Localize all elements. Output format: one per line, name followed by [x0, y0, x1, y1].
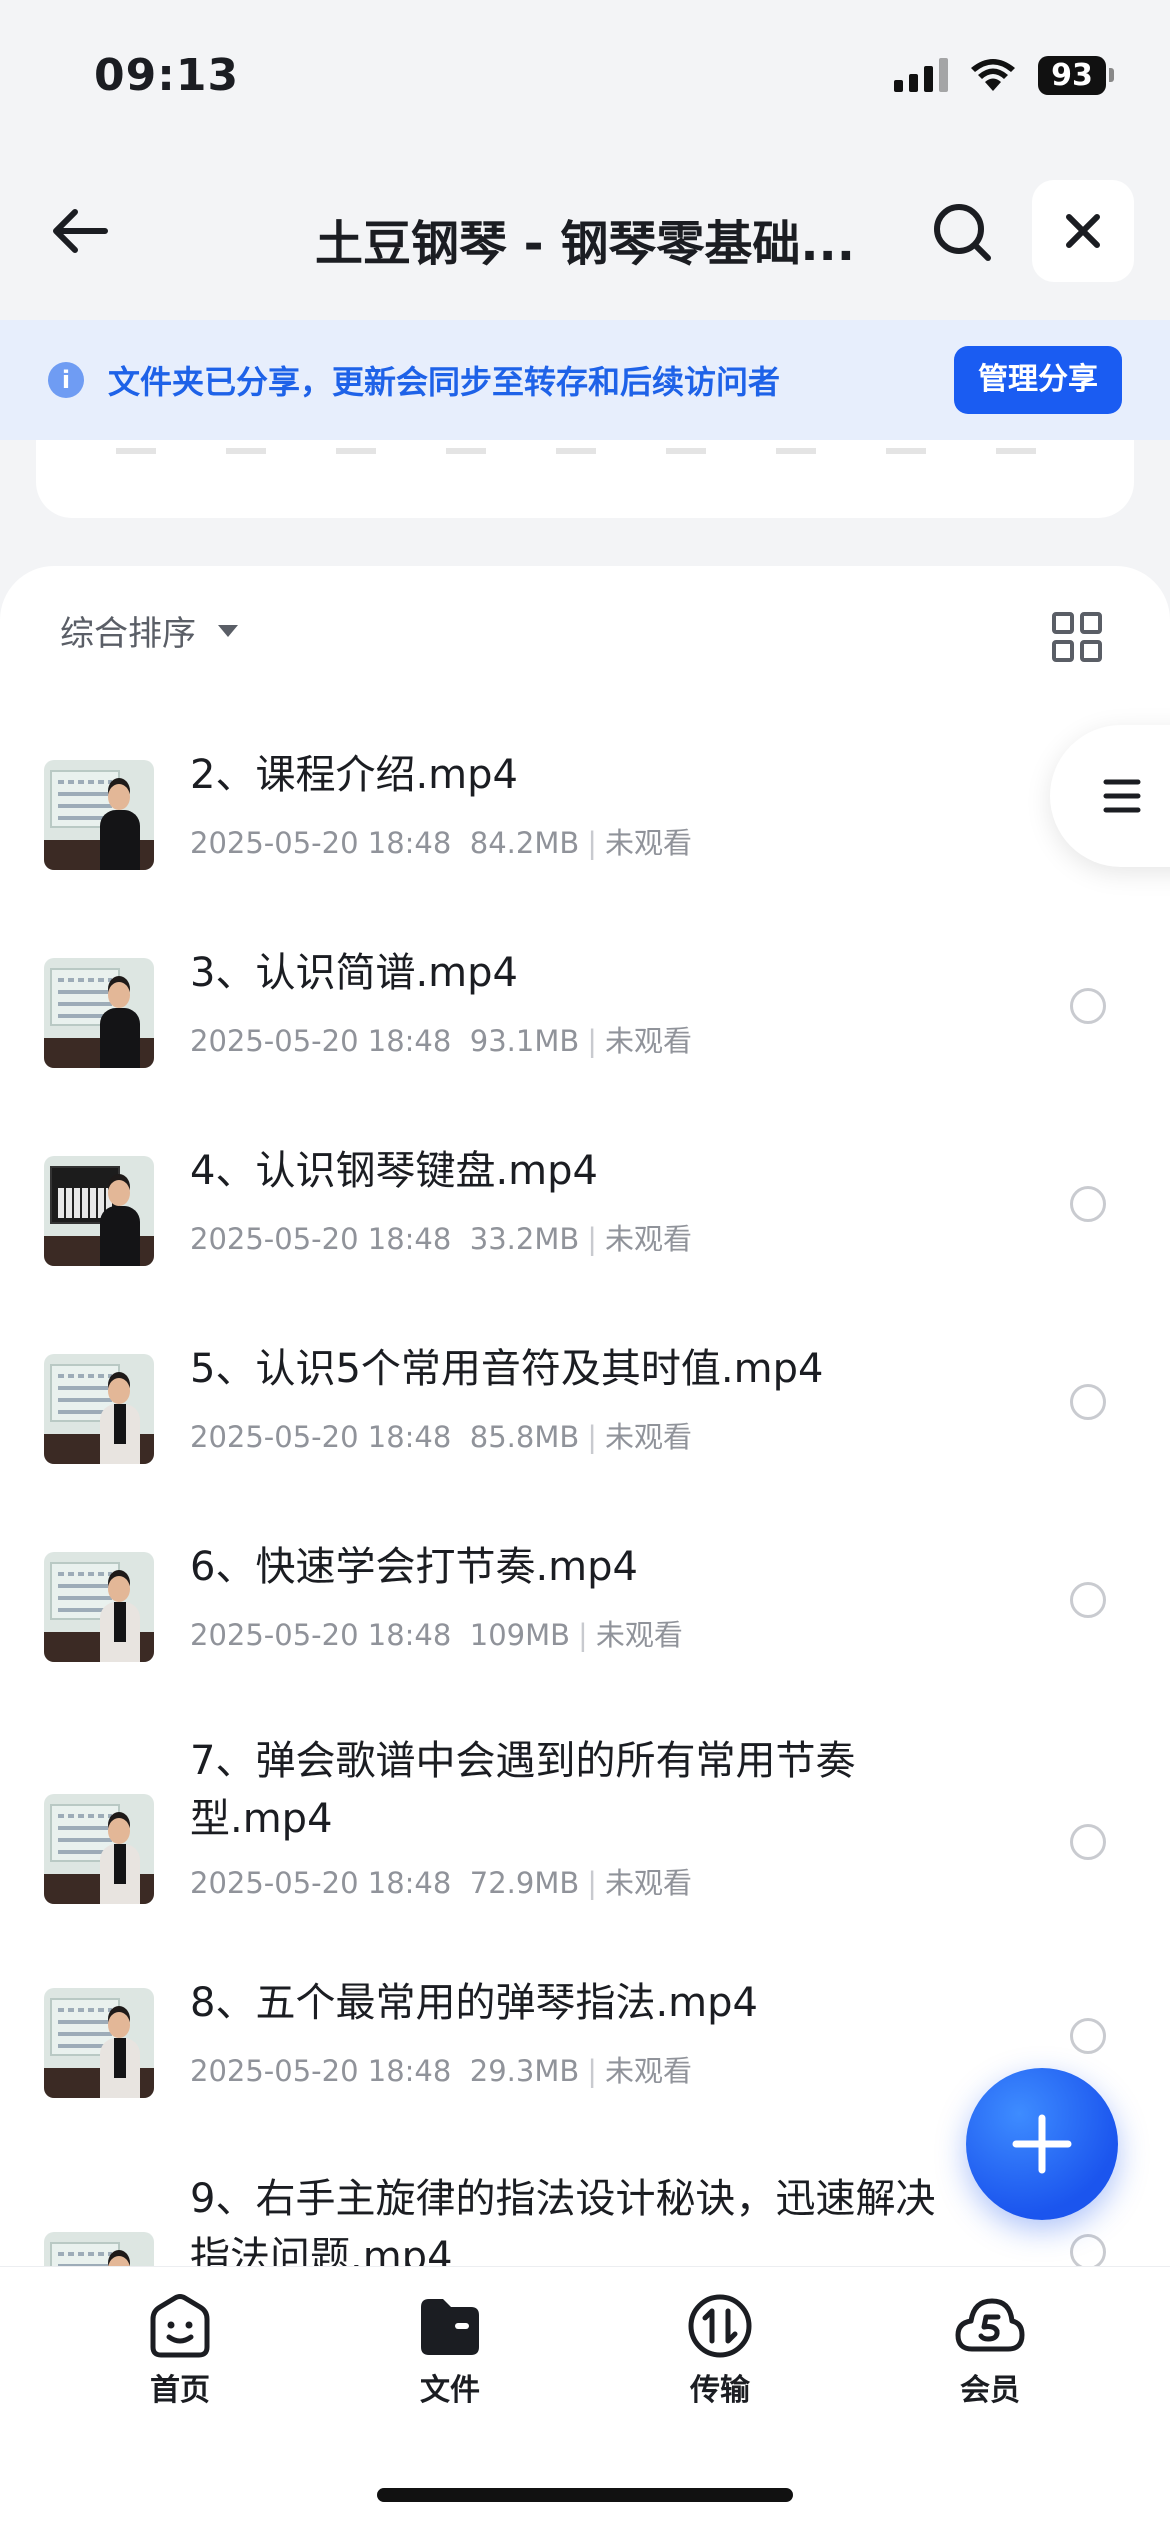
cellular-signal-icon — [894, 58, 948, 92]
tab-transfer-label: 传输 — [690, 2373, 750, 2408]
member-cloud-icon — [955, 2298, 1025, 2352]
watch-status: 未观看 — [605, 1222, 693, 1256]
file-meta: 2025-05-20 18:48 93.1MB | 未观看 — [190, 1024, 693, 1058]
watch-status: 未观看 — [605, 2054, 693, 2088]
file-name: 4、认识钢琴键盘.mp4 — [190, 1148, 598, 1194]
file-name: 5、认识5个常用音符及其时值.mp4 — [190, 1346, 824, 1392]
tab-transfer[interactable]: 传输 — [640, 2293, 800, 2409]
file-date: 2025-05-20 18:48 — [190, 1618, 452, 1652]
share-banner-text: 文件夹已分享，更新会同步至转存和后续访问者 — [108, 363, 781, 401]
video-thumbnail — [44, 1156, 154, 1266]
battery-level: 93 — [1038, 55, 1106, 95]
select-radio[interactable] — [1070, 2234, 1106, 2266]
watch-status: 未观看 — [595, 1618, 683, 1652]
close-icon — [1066, 214, 1100, 248]
search-button[interactable] — [922, 192, 1002, 272]
file-name: 7、弹会歌谱中会遇到的所有常用节奏型.mp4 — [190, 1738, 856, 1842]
file-size: 85.8MB — [469, 1420, 580, 1454]
menu-icon — [1103, 779, 1141, 813]
file-name: 9、右手主旋律的指法设计秘诀，迅速解决指法问题.mp4 — [190, 2176, 936, 2266]
file-size: 72.9MB — [469, 1866, 580, 1900]
file-meta: 2025-05-20 18:48 85.8MB | 未观看 — [190, 1420, 693, 1454]
tab-member[interactable]: 会员 — [910, 2293, 1070, 2409]
plus-icon — [1012, 2114, 1072, 2174]
watch-status: 未观看 — [605, 826, 693, 860]
file-size: 84.2MB — [469, 826, 580, 860]
file-size: 109MB — [469, 1618, 571, 1652]
home-indicator — [377, 2488, 793, 2502]
caret-down-icon — [218, 624, 238, 637]
watch-status: 未观看 — [605, 1024, 693, 1058]
file-meta: 2025-05-20 18:48 29.3MB | 未观看 — [190, 2054, 693, 2088]
watch-status: 未观看 — [605, 1866, 693, 1900]
file-name: 2、课程介绍.mp4 — [190, 752, 518, 798]
video-thumbnail — [44, 1552, 154, 1662]
select-radio[interactable] — [1070, 988, 1106, 1024]
sort-dropdown[interactable]: 综合排序 — [60, 606, 238, 655]
file-list-panel: 综合排序 2、课程介绍.mp4 2025-05-20 18:48 84.2MB |… — [0, 566, 1170, 2266]
video-thumbnail — [44, 1988, 154, 2098]
video-thumbnail — [44, 1794, 154, 1904]
video-thumbnail — [44, 958, 154, 1068]
add-button[interactable] — [966, 2068, 1118, 2220]
battery-icon: 93 — [1038, 55, 1114, 95]
select-radio[interactable] — [1070, 1186, 1106, 1222]
status-time: 09:13 — [94, 49, 240, 101]
file-size: 93.1MB — [469, 1024, 580, 1058]
file-meta: 2025-05-20 18:48 72.9MB | 未观看 — [190, 1866, 693, 1900]
select-radio[interactable] — [1070, 2018, 1106, 2054]
close-button[interactable] — [1032, 180, 1134, 282]
file-date: 2025-05-20 18:48 — [190, 1866, 452, 1900]
file-name: 8、五个最常用的弹琴指法.mp4 — [190, 1980, 758, 2026]
video-thumbnail — [44, 2232, 154, 2266]
transfer-icon — [688, 2294, 752, 2358]
file-name: 3、认识简谱.mp4 — [190, 950, 518, 996]
video-thumbnail — [44, 760, 154, 870]
search-icon — [934, 204, 991, 261]
tab-files-label: 文件 — [420, 2373, 480, 2408]
info-icon: i — [48, 362, 84, 398]
tab-home-label: 首页 — [150, 2373, 210, 2408]
manage-share-button[interactable]: 管理分享 — [954, 346, 1122, 414]
header: 土豆钢琴 - 钢琴零基础... — [0, 170, 1170, 290]
file-date: 2025-05-20 18:48 — [190, 2054, 452, 2088]
select-radio[interactable] — [1070, 1824, 1106, 1860]
file-date: 2025-05-20 18:48 — [190, 826, 452, 860]
video-thumbnail — [44, 1354, 154, 1464]
file-name: 6、快速学会打节奏.mp4 — [190, 1544, 638, 1590]
grid-icon — [1052, 612, 1102, 662]
folder-info-card — [36, 440, 1134, 518]
file-size: 29.3MB — [469, 2054, 580, 2088]
file-size: 33.2MB — [469, 1222, 580, 1256]
grid-view-button[interactable] — [1050, 610, 1104, 664]
clipped-text — [116, 448, 1056, 454]
file-meta: 2025-05-20 18:48 33.2MB | 未观看 — [190, 1222, 693, 1256]
sort-label: 综合排序 — [60, 614, 196, 654]
watch-status: 未观看 — [605, 1420, 693, 1454]
file-date: 2025-05-20 18:48 — [190, 1024, 452, 1058]
home-smile-icon — [150, 2294, 210, 2358]
tab-files[interactable]: 文件 — [370, 2293, 530, 2409]
file-meta: 2025-05-20 18:48 84.2MB | 未观看 — [190, 826, 693, 860]
file-meta: 2025-05-20 18:48 109MB | 未观看 — [190, 1618, 683, 1652]
status-indicators: 93 — [894, 55, 1114, 95]
select-radio[interactable] — [1070, 1384, 1106, 1420]
wifi-icon — [970, 58, 1016, 92]
file-date: 2025-05-20 18:48 — [190, 1420, 452, 1454]
tab-home[interactable]: 首页 — [100, 2293, 260, 2409]
folder-icon — [421, 2299, 479, 2355]
status-bar: 09:13 93 — [0, 0, 1170, 150]
tab-member-label: 会员 — [960, 2373, 1020, 2408]
file-date: 2025-05-20 18:48 — [190, 1222, 452, 1256]
share-banner: i 文件夹已分享，更新会同步至转存和后续访问者 管理分享 — [0, 320, 1170, 440]
select-radio[interactable] — [1070, 1582, 1106, 1618]
